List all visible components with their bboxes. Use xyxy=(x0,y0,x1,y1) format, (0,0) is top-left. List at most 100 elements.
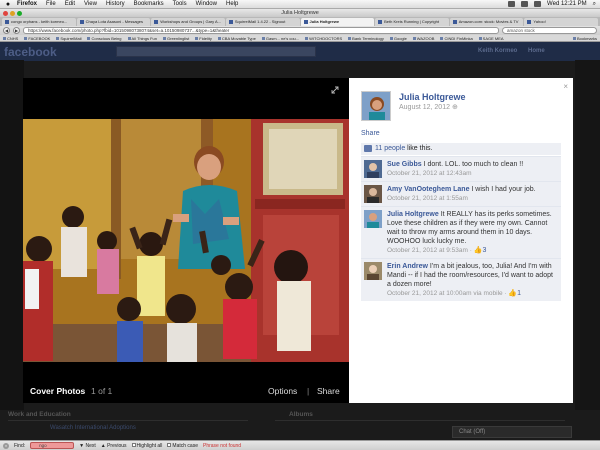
bookmark-item[interactable]: Fidelity xyxy=(195,36,212,41)
bookmark-item[interactable]: CNHS xyxy=(3,36,18,41)
facebook-search-input[interactable] xyxy=(116,46,316,57)
commenter-name[interactable]: Erin Andrew xyxy=(387,263,428,270)
commenter-name[interactable]: Sue Gibbs xyxy=(387,161,422,168)
fullscreen-icon[interactable] xyxy=(331,86,339,94)
close-find-icon[interactable]: × xyxy=(3,442,9,449)
bookmark-item[interactable]: WITCHDOCTORS xyxy=(305,36,342,41)
search-field[interactable]: amazon stock xyxy=(502,27,597,34)
photo-counter: 1 of 1 xyxy=(91,386,113,396)
find-next-button[interactable]: ▼ Next xyxy=(79,443,96,449)
section-work-education: Work and Education xyxy=(8,411,71,418)
facebook-home-link[interactable]: Home xyxy=(528,48,545,54)
browser-tab-active[interactable]: Julia Holtgrewe xyxy=(300,18,375,26)
menu-app[interactable]: Firefox xyxy=(17,1,37,7)
menu-history[interactable]: History xyxy=(106,1,125,7)
comment-likes[interactable]: 👍1 xyxy=(508,290,521,297)
options-button[interactable]: Options xyxy=(268,386,297,396)
browser-tab[interactable]: Chaya Lota Asasoni - Messages xyxy=(76,18,151,26)
owner-avatar[interactable] xyxy=(361,91,391,121)
find-previous-button[interactable]: ▲ Previous xyxy=(101,443,127,449)
bookmarks-toolbar: CNHS FACEBOOK SquirrelMail Conscious Bei… xyxy=(0,35,600,42)
commenter-avatar[interactable] xyxy=(364,185,382,203)
wifi-icon[interactable] xyxy=(508,1,516,7)
commenter-avatar[interactable] xyxy=(364,262,382,280)
browser-tab[interactable]: Beth Kreis Running | Copyright xyxy=(375,18,449,26)
like-thumb-icon: 👍 xyxy=(508,290,518,297)
divider xyxy=(8,420,248,421)
bookmark-item[interactable]: Conscious Being xyxy=(87,36,122,41)
bookmark-item[interactable]: Bank Terminology xyxy=(348,36,384,41)
volume-icon[interactable] xyxy=(521,1,529,7)
photo-details-panel: × Julia Holtgrewe August 12, 2012 ⊕ Shar… xyxy=(349,78,573,403)
bookmark-item[interactable]: CBA Movable Type xyxy=(217,36,256,41)
favicon-icon xyxy=(527,19,532,24)
bookmark-item[interactable]: WAZOOB xyxy=(412,36,434,41)
share-button[interactable]: Share xyxy=(317,386,340,396)
apple-icon[interactable]: ● xyxy=(4,1,12,8)
page-backdrop-right xyxy=(575,60,600,410)
commenter-name[interactable]: Julia Holtgrewe xyxy=(387,211,439,218)
bookmark-item[interactable]: All Things Fun xyxy=(127,36,157,41)
bookmark-item[interactable]: FACEBOOK xyxy=(24,36,50,41)
browser-tab-strip: congo orphans - keith kormeo... Chaya Lo… xyxy=(0,17,600,26)
bookmark-item[interactable]: SquirrelMail xyxy=(56,36,81,41)
menu-edit[interactable]: Edit xyxy=(65,1,75,7)
favicon-icon xyxy=(5,19,9,24)
album-title-link[interactable]: Cover Photos xyxy=(30,386,85,396)
chat-tab[interactable]: Chat (Off) xyxy=(452,426,572,438)
forward-icon[interactable]: ▶ xyxy=(13,27,20,34)
spotlight-icon[interactable]: ⌕ xyxy=(593,1,596,8)
comment-list: Sue Gibbs I dont. LOL. too much to clean… xyxy=(361,156,561,301)
bookmark-item[interactable]: Bookmarks xyxy=(572,36,597,41)
photo-caption-bar: Cover Photos 1 of 1 Options | Share xyxy=(23,378,349,403)
favicon-icon xyxy=(79,19,84,24)
bookmark-item[interactable]: Greenlinglist xyxy=(163,36,189,41)
favicon-icon xyxy=(452,19,457,24)
browser-tab[interactable]: SquirrelMail 1.4.22 - Signout xyxy=(225,18,300,26)
section-albums: Albums xyxy=(289,411,313,418)
menubar-clock[interactable]: Wed 12:21 PM xyxy=(547,1,587,7)
comment-timestamp[interactable]: October 21, 2012 at 9:53am · xyxy=(387,247,474,254)
menu-bookmarks[interactable]: Bookmarks xyxy=(134,1,164,7)
comment-timestamp[interactable]: October 21, 2012 at 12:43am xyxy=(387,170,472,177)
comment-item: Amy VanOoteghem Lane I wish I had your j… xyxy=(361,181,561,206)
bookmark-item[interactable]: Gasm... ne's cou... xyxy=(261,36,299,41)
zoom-window-icon[interactable] xyxy=(17,10,22,16)
minimize-window-icon[interactable] xyxy=(10,10,15,16)
browser-tab[interactable]: congo orphans - keith kormeo... xyxy=(2,18,76,26)
cover-photo[interactable] xyxy=(23,119,349,362)
share-link[interactable]: Share xyxy=(361,130,380,137)
menu-tools[interactable]: Tools xyxy=(173,1,187,7)
comment-timestamp[interactable]: October 21, 2012 at 1:55am xyxy=(387,195,468,202)
find-input[interactable]: ngo xyxy=(30,442,75,449)
bookmark-item[interactable]: SAGE MEA xyxy=(478,36,504,41)
facebook-user-link[interactable]: Keith Kormeo xyxy=(478,48,517,54)
post-date: August 12, 2012 ⊕ xyxy=(399,104,458,111)
highlight-all-checkbox[interactable]: Highlight all xyxy=(131,443,162,449)
comment-likes[interactable]: 👍3 xyxy=(474,247,487,254)
owner-name-link[interactable]: Julia Holtgrewe xyxy=(399,92,466,102)
back-icon[interactable]: ◀ xyxy=(3,27,10,34)
browser-tab[interactable]: Workshops and Groups | Gary A... xyxy=(151,18,225,26)
match-case-checkbox[interactable]: Match case xyxy=(167,443,198,449)
browser-tab[interactable]: Yahoo! xyxy=(524,18,598,26)
facebook-logo[interactable]: facebook xyxy=(4,45,57,59)
bookmark-item[interactable]: Google xyxy=(389,36,407,41)
menu-help[interactable]: Help xyxy=(226,1,238,7)
commenter-avatar[interactable] xyxy=(364,160,382,178)
close-window-icon[interactable] xyxy=(3,10,8,16)
menu-file[interactable]: File xyxy=(46,1,56,7)
menu-view[interactable]: View xyxy=(84,1,97,7)
battery-icon[interactable] xyxy=(534,1,542,7)
url-field[interactable]: https://www.facebook.com/photo.php?fbid=… xyxy=(23,27,499,34)
commenter-name[interactable]: Amy VanOoteghem Lane xyxy=(387,186,469,193)
browser-tab[interactable]: Amazon.com: stock: Movies & TV xyxy=(449,18,524,26)
menu-window[interactable]: Window xyxy=(196,1,217,7)
adoption-agency-link[interactable]: Wasatch International Adoptions xyxy=(50,425,136,431)
likes-count-link[interactable]: 11 people xyxy=(375,145,405,152)
close-icon[interactable]: × xyxy=(563,82,568,91)
commenter-avatar[interactable] xyxy=(364,210,382,228)
find-label: Find: xyxy=(14,442,26,449)
bookmark-item[interactable]: CINDI FinMinka xyxy=(440,36,473,41)
comment-timestamp[interactable]: October 21, 2012 at 10:00am via mobile · xyxy=(387,290,508,297)
